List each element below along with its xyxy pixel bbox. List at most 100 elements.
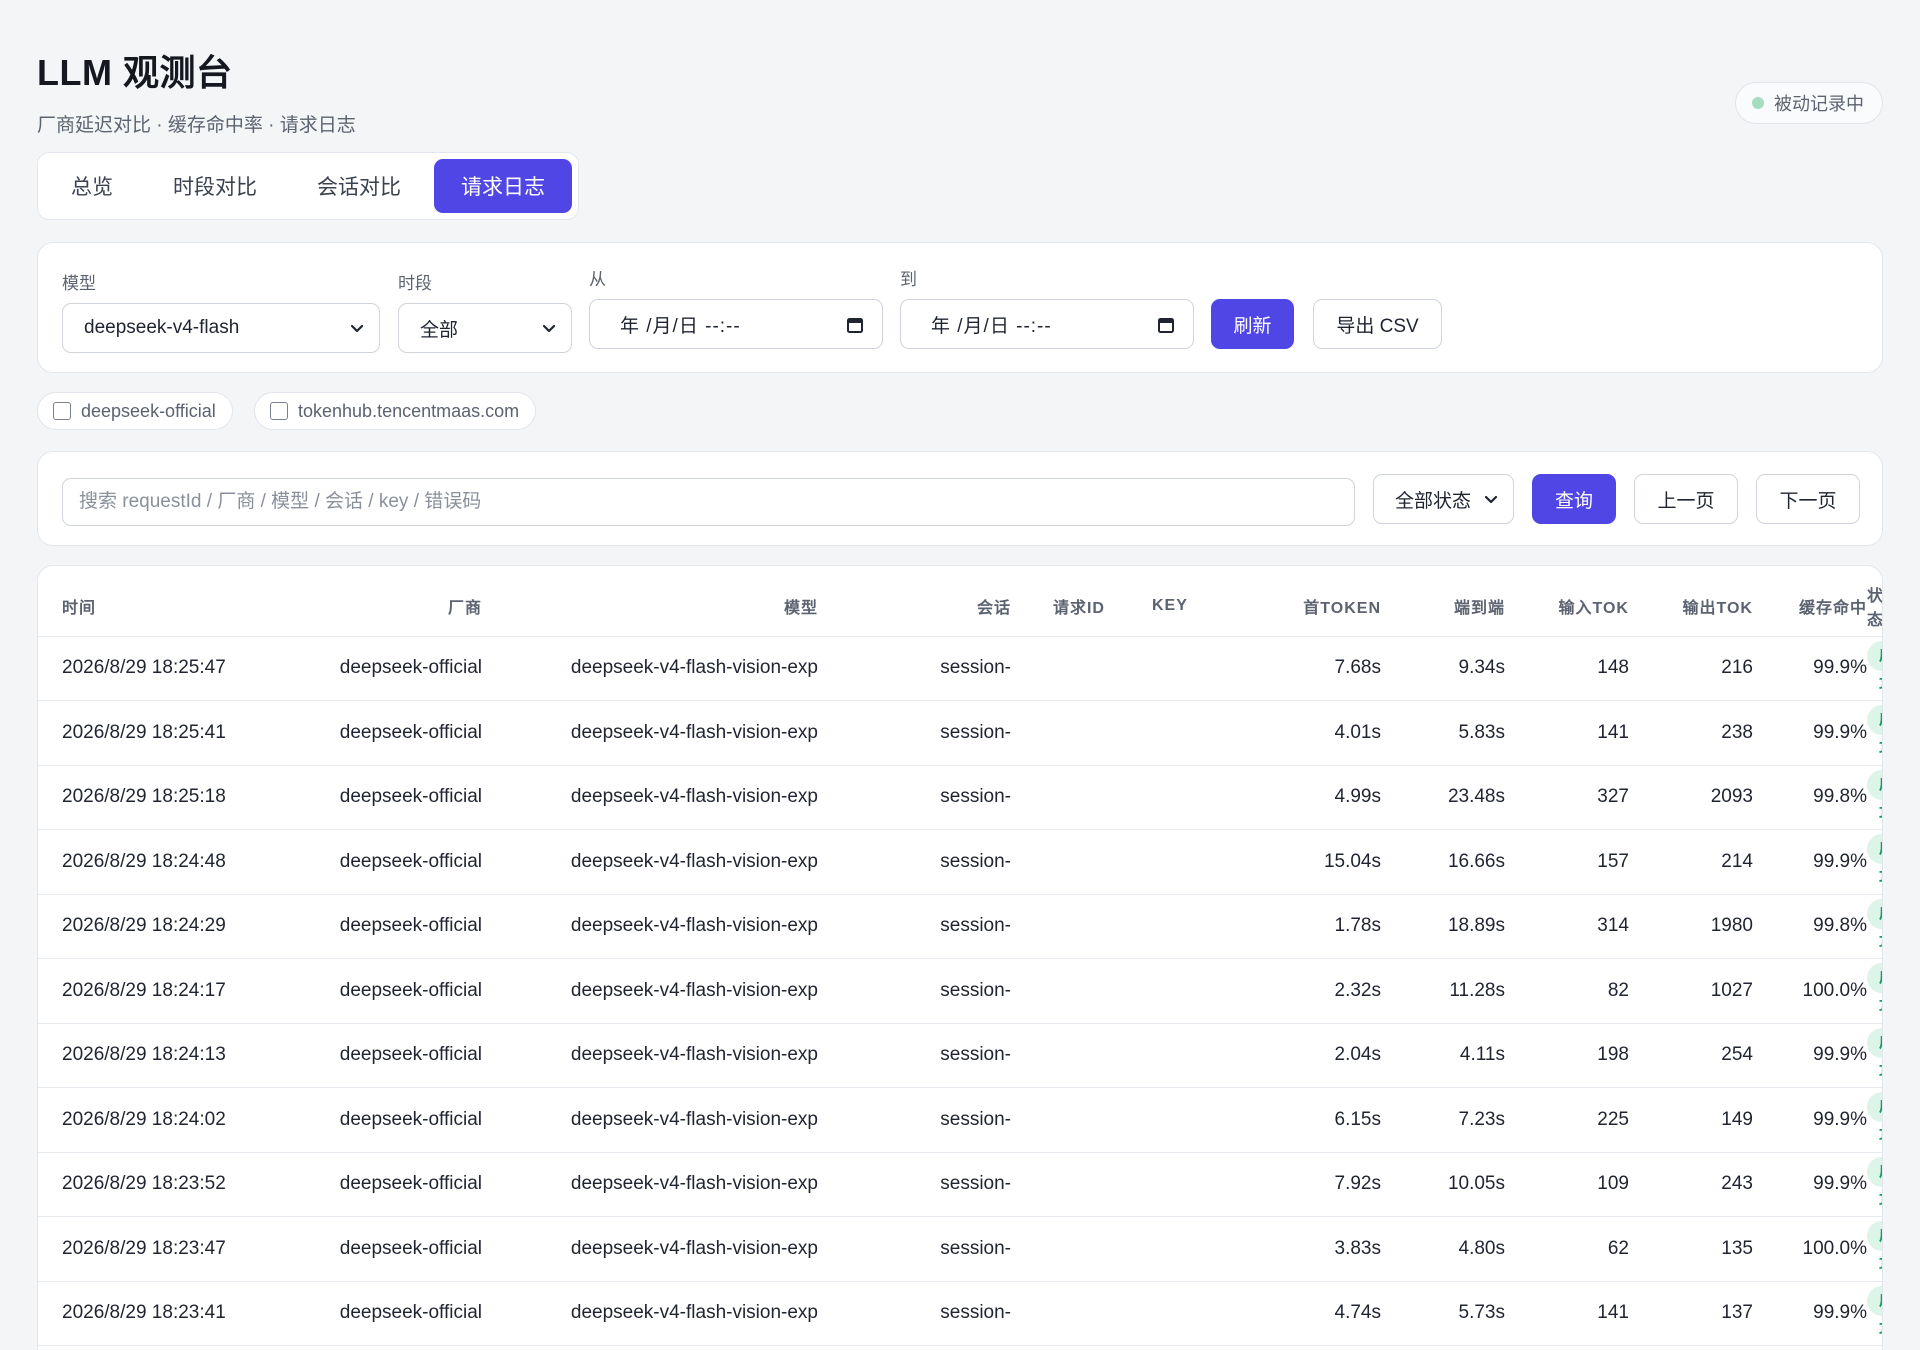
cell-request-id	[1027, 958, 1105, 1024]
col-header-output-tokens[interactable]: 输出TOK	[1629, 566, 1753, 637]
table-row[interactable]: 2026/8/29 18:24:17 deepseek-official deeps…	[38, 958, 1882, 1024]
query-button[interactable]: 查询	[1532, 474, 1616, 524]
table-row[interactable]: 2026/8/29 18:25:47 deepseek-official deeps…	[38, 636, 1882, 701]
table-spacer	[1011, 566, 1027, 637]
prev-page-button[interactable]: 上一页	[1634, 474, 1738, 524]
table-row[interactable]: 2026/8/29 18:25:41 deepseek-official deeps…	[38, 700, 1882, 766]
export-csv-button[interactable]: 导出 CSV	[1313, 299, 1442, 349]
col-header-cache-hit[interactable]: 缓存命中	[1753, 566, 1867, 637]
cell-key	[1152, 765, 1235, 830]
calendar-icon[interactable]	[1157, 316, 1175, 334]
table-spacer	[482, 700, 518, 766]
cell-model: deepseek-v4-flash-vision-exp	[518, 1087, 818, 1153]
cell-request-id	[1027, 1281, 1105, 1346]
col-header-vendor[interactable]: 厂商	[319, 566, 482, 637]
status-badge: 成功	[1867, 705, 1882, 758]
table-spacer	[1011, 958, 1027, 1024]
filter-panel: 模型 deepseek-v4-flash 时段 全部 从 年 /月/日 --:-…	[37, 242, 1883, 373]
table-spacer	[482, 1023, 518, 1088]
status-select[interactable]: 全部状态	[1373, 474, 1514, 524]
table-row[interactable]: 2026/8/29 18:24:48 deepseek-official deeps…	[38, 829, 1882, 895]
table-spacer	[818, 765, 861, 830]
page-header: LLM 观测台 厂商延迟对比 · 缓存命中率 · 请求日志	[37, 44, 356, 137]
cell-cache-hit: 100.0%	[1753, 958, 1867, 1024]
table-row[interactable]: 2026/8/29 18:23:41 deepseek-official deeps…	[38, 1281, 1882, 1346]
cell-end-to-end: 4.80s	[1381, 1216, 1505, 1282]
table-spacer	[818, 1152, 861, 1217]
col-header-first-token[interactable]: 首TOKEN	[1285, 566, 1381, 637]
cell-time: 2026/8/29 18:24:29	[62, 894, 319, 959]
cell-status: 成功	[1867, 636, 1882, 701]
col-header-session[interactable]: 会话	[861, 566, 1011, 637]
table-spacer	[1235, 894, 1285, 959]
refresh-button[interactable]: 刷新	[1211, 299, 1294, 349]
to-datetime-input[interactable]: 年 /月/日 --:--	[900, 299, 1194, 349]
cell-output-tokens: 238	[1629, 700, 1753, 766]
table-spacer	[1105, 1281, 1152, 1346]
tab-request-log[interactable]: 请求日志	[434, 159, 572, 213]
cell-request-id	[1027, 636, 1105, 701]
cell-first-token: 7.92s	[1285, 1152, 1381, 1217]
col-header-model[interactable]: 模型	[518, 566, 818, 637]
table-row[interactable]: 2026/8/29 18:24:02 deepseek-official deeps…	[38, 1087, 1882, 1153]
next-page-button[interactable]: 下一页	[1756, 474, 1860, 524]
col-header-end-to-end[interactable]: 端到端	[1381, 566, 1505, 637]
checkbox-icon[interactable]	[270, 402, 288, 420]
table-spacer	[1105, 1087, 1152, 1153]
table-spacer	[482, 829, 518, 895]
status-badge: 成功	[1867, 1092, 1882, 1145]
cell-output-tokens: 243	[1629, 1152, 1753, 1217]
cell-end-to-end: 23.48s	[1381, 765, 1505, 830]
tab-session-compare[interactable]: 会话对比	[290, 159, 428, 213]
cell-vendor: deepseek-official	[319, 700, 482, 766]
vendor-chip-tokenhub[interactable]: tokenhub.tencentmaas.com	[254, 392, 537, 430]
vendor-chip-label: tokenhub.tencentmaas.com	[298, 400, 520, 421]
from-datetime-input[interactable]: 年 /月/日 --:--	[589, 299, 883, 349]
cell-request-id	[1027, 1216, 1105, 1282]
table-spacer	[1105, 1152, 1152, 1217]
cell-status: 成功	[1867, 1087, 1882, 1153]
calendar-icon[interactable]	[846, 316, 864, 334]
cell-input-tokens: 109	[1505, 1152, 1629, 1217]
cell-session: session-	[861, 1087, 1011, 1153]
table-spacer	[1105, 700, 1152, 766]
status-badge: 成功	[1867, 1285, 1882, 1339]
cell-status: 成功	[1867, 700, 1882, 766]
checkbox-icon[interactable]	[53, 402, 71, 420]
model-select[interactable]: deepseek-v4-flash	[62, 303, 380, 353]
col-header-time[interactable]: 时间	[62, 566, 319, 637]
page-title: LLM 观测台	[37, 52, 233, 93]
tab-overview[interactable]: 总览	[44, 159, 140, 213]
period-select[interactable]: 全部	[398, 303, 572, 353]
col-header-key[interactable]: KEY	[1152, 566, 1235, 637]
cell-key	[1152, 1023, 1235, 1088]
status-badge: 成功	[1867, 640, 1882, 694]
cell-model: deepseek-v4-flash-vision-exp	[518, 829, 818, 895]
table-spacer	[38, 1023, 62, 1088]
table-spacer	[1235, 1087, 1285, 1153]
model-label: 模型	[62, 274, 96, 293]
vendor-chip-deepseek-official[interactable]: deepseek-official	[37, 392, 233, 430]
table-row[interactable]: 2026/8/29 18:25:18 deepseek-official deeps…	[38, 765, 1882, 830]
cell-input-tokens: 225	[1505, 1087, 1629, 1153]
table-row[interactable]: 2026/8/29 18:23:52 deepseek-official deeps…	[38, 1152, 1882, 1217]
cell-first-token: 4.01s	[1285, 700, 1381, 766]
col-header-request-id[interactable]: 请求ID	[1027, 566, 1105, 637]
cell-key	[1152, 700, 1235, 766]
tab-period-compare[interactable]: 时段对比	[146, 159, 284, 213]
cell-end-to-end: 7.23s	[1381, 1087, 1505, 1153]
chevron-down-icon	[1484, 495, 1498, 504]
table-spacer	[482, 1152, 518, 1217]
col-header-status[interactable]: 状态	[1867, 566, 1882, 637]
search-input[interactable]	[62, 478, 1355, 526]
table-spacer	[38, 636, 62, 701]
cell-end-to-end: 5.73s	[1381, 1281, 1505, 1346]
table-row[interactable]: 2026/8/29 18:24:13 deepseek-official deeps…	[38, 1023, 1882, 1088]
table-row[interactable]: 2026/8/29 18:24:29 deepseek-official deeps…	[38, 894, 1882, 959]
cell-status: 成功	[1867, 1216, 1882, 1282]
cell-output-tokens: 1980	[1629, 894, 1753, 959]
table-row[interactable]: 2026/8/29 18:23:47 deepseek-official deeps…	[38, 1216, 1882, 1282]
status-badge: 成功	[1867, 769, 1882, 823]
col-header-input-tokens[interactable]: 输入TOK	[1505, 566, 1629, 637]
cell-vendor: deepseek-official	[319, 765, 482, 830]
